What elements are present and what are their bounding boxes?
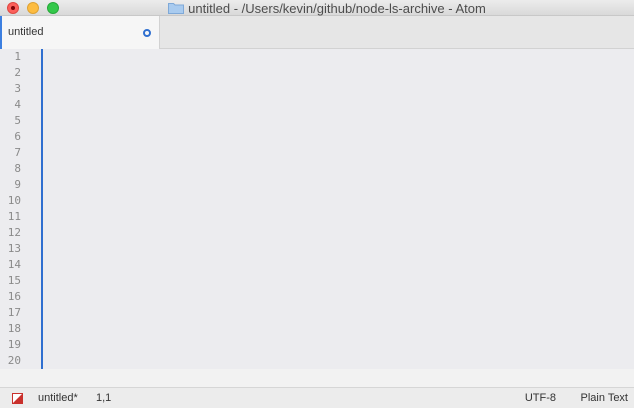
status-grammar[interactable]: Plain Text — [581, 392, 629, 404]
line-number: 5 — [14, 114, 21, 127]
line-number: 19 — [7, 338, 21, 351]
line-number: 15 — [7, 274, 21, 287]
status-bar: untitled* 1,1 UTF-8 Plain Text — [0, 387, 634, 408]
modified-indicator-icon[interactable] — [143, 29, 151, 37]
line-number: 8 — [14, 162, 21, 175]
line-number: 14 — [7, 258, 21, 271]
line-number: 17 — [7, 306, 21, 319]
line-number: 20 — [7, 354, 21, 367]
line-number: 18 — [7, 322, 21, 335]
line-number-gutter: 1 2 3 4 5 6 7 8 9 10 11 12 13 14 15 16 17 18 19 20 — [0, 49, 36, 369]
line-number: 12 — [7, 226, 21, 239]
tab-untitled[interactable]: untitled — [0, 16, 160, 49]
line-number: 4 — [14, 98, 21, 111]
status-encoding[interactable]: UTF-8 — [525, 392, 556, 404]
status-file-name[interactable]: untitled* — [38, 392, 78, 404]
tab-label: untitled — [8, 26, 44, 38]
line-number: 10 — [7, 194, 21, 207]
window-title-group: untitled - /Users/kevin/github/node-ls-a… — [0, 0, 634, 16]
line-number: 2 — [14, 66, 21, 79]
line-number: 6 — [14, 130, 21, 143]
title-bar[interactable]: untitled - /Users/kevin/github/node-ls-a… — [0, 0, 634, 16]
git-status-icon[interactable] — [12, 393, 23, 404]
text-editor[interactable]: 1 2 3 4 5 6 7 8 9 10 11 12 13 14 15 16 17 18 19 20 — [0, 49, 634, 369]
line-number: 9 — [14, 178, 21, 191]
line-number: 1 — [14, 50, 21, 63]
line-number: 16 — [7, 290, 21, 303]
line-number: 13 — [7, 242, 21, 255]
window-title: untitled - /Users/kevin/github/node-ls-a… — [188, 0, 486, 16]
line-number: 7 — [14, 146, 21, 159]
code-area[interactable] — [36, 49, 634, 369]
cursor — [41, 49, 43, 369]
folder-icon — [168, 2, 185, 14]
tab-bar: untitled — [0, 16, 634, 49]
status-cursor-position[interactable]: 1,1 — [96, 392, 111, 404]
line-number: 11 — [7, 210, 21, 223]
line-number: 3 — [14, 82, 21, 95]
editor-bottom-padding — [0, 369, 634, 387]
atom-window: untitled - /Users/kevin/github/node-ls-a… — [0, 0, 634, 408]
